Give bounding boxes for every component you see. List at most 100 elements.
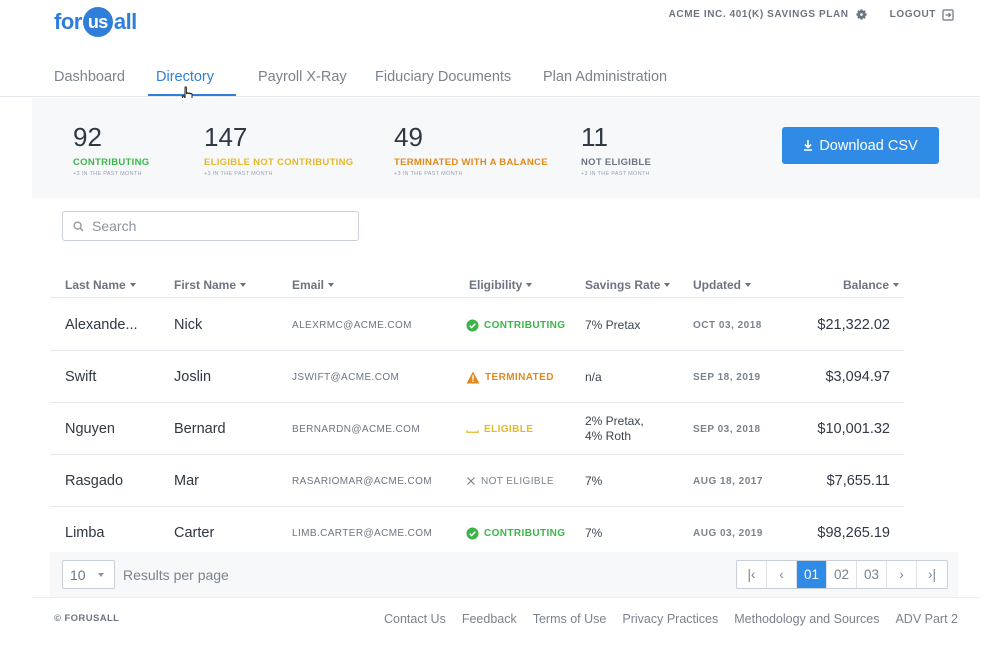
tab-plan-administration[interactable]: Plan Administration [543, 69, 667, 85]
logo-us-circle: us [82, 7, 113, 37]
cell-balance: $10,001.32 [817, 421, 890, 437]
cell-balance: $3,094.97 [825, 369, 890, 385]
sort-caret-icon [328, 283, 335, 287]
page-button-02[interactable]: 02 [827, 561, 857, 588]
page-button-01[interactable]: 01 [797, 561, 827, 588]
dash-icon [466, 429, 479, 433]
download-csv-label: Download CSV [819, 137, 918, 154]
tab-dashboard[interactable]: Dashboard [54, 69, 125, 85]
table-header: Last Name First Name Email Eligibility S… [50, 272, 904, 298]
column-header-last-name[interactable]: Last Name [65, 278, 136, 292]
savings-rate-line: 7% Pretax [585, 317, 641, 332]
column-header-savings-rate[interactable]: Savings Rate [585, 278, 671, 292]
forusall-logo[interactable]: for us all [54, 6, 137, 38]
logout-icon [942, 8, 954, 21]
logout-link[interactable]: LOGOUT [890, 8, 954, 21]
cell-first-name: Mar [174, 473, 199, 489]
stat-not-eligible[interactable]: 11 NOT ELIGIBLE +3 IN THE PAST MONTH [581, 122, 651, 177]
cell-email[interactable]: JSWIFT@ACME.COM [292, 351, 399, 403]
chevron-down-icon [97, 572, 104, 577]
search-box[interactable] [62, 211, 359, 241]
sort-caret-icon [129, 283, 136, 287]
cell-eligibility: CONTRIBUTING [466, 299, 565, 351]
cell-last-name: Nguyen [65, 421, 115, 437]
search-input[interactable] [92, 218, 342, 234]
cell-email[interactable]: ALEXRMC@ACME.COM [292, 299, 412, 351]
footer-link-privacy-practices[interactable]: Privacy Practices [622, 612, 718, 626]
footer-link-adv-part-2[interactable]: ADV Part 2 [895, 612, 958, 626]
stat-value: 11 [581, 122, 608, 152]
next-page-button[interactable]: › [887, 561, 917, 588]
page-button-03[interactable]: 03 [857, 561, 887, 588]
column-header-label: Updated [693, 278, 741, 292]
search-icon [73, 220, 84, 231]
cell-email[interactable]: RASARIOMAR@ACME.COM [292, 455, 432, 507]
table-row[interactable]: Alexande... Nick ALEXRMC@ACME.COM CONTRI… [50, 299, 904, 351]
stat-eligible-not-contributing[interactable]: 147 ELIGIBLE NOT CONTRIBUTING +3 IN THE … [204, 122, 353, 177]
cell-last-name: Swift [65, 369, 97, 385]
cell-savings-rate: 7% [585, 455, 602, 507]
stat-subtext: +3 IN THE PAST MONTH [204, 171, 273, 177]
cell-email[interactable]: BERNARDN@ACME.COM [292, 403, 420, 455]
gear-icon[interactable] [855, 8, 868, 21]
top-right-menu: ACME INC. 401(K) SAVINGS PLAN LOGOUT [669, 8, 954, 21]
column-header-balance[interactable]: Balance [843, 278, 900, 292]
cell-last-name: Alexande... [65, 317, 138, 333]
download-csv-button[interactable]: Download CSV [782, 127, 939, 164]
footer-link-terms-of-use[interactable]: Terms of Use [533, 612, 607, 626]
stat-terminated-with-balance[interactable]: 49 TERMINATED WITH A BALANCE +3 IN THE P… [394, 122, 548, 177]
column-header-label: Balance [843, 278, 890, 292]
cell-savings-rate: 7% Pretax [585, 299, 640, 351]
table-row[interactable]: Rasgado Mar RASARIOMAR@ACME.COM NOT ELIG… [50, 455, 904, 507]
footer-divider [32, 597, 980, 598]
footer-links: Contact Us Feedback Terms of Use Privacy… [384, 612, 958, 626]
tab-directory[interactable]: Directory [156, 69, 214, 85]
column-header-label: Email [292, 278, 325, 292]
cell-eligibility: TERMINATED [466, 351, 554, 403]
stat-value: 92 [73, 122, 102, 152]
column-header-label: Eligibility [469, 278, 523, 292]
savings-rate-line: 4% Roth [585, 429, 632, 443]
footer-link-feedback[interactable]: Feedback [462, 612, 517, 626]
savings-rate-line: 7% [585, 473, 603, 488]
eligibility-label: CONTRIBUTING [484, 527, 566, 539]
stat-subtext: +3 IN THE PAST MONTH [73, 171, 142, 177]
pagination-bar: 10 Results per page |‹ ‹ 01 02 03 › ›| [50, 552, 958, 597]
stat-label: TERMINATED WITH A BALANCE [394, 157, 548, 168]
footer-link-methodology-and-sources[interactable]: Methodology and Sources [734, 612, 879, 626]
column-header-label: Savings Rate [585, 278, 661, 292]
last-page-button[interactable]: ›| [917, 561, 947, 588]
prev-page-button[interactable]: ‹ [767, 561, 797, 588]
sort-caret-icon [664, 283, 671, 287]
cell-savings-rate: 2% Pretax, 4% Roth [585, 403, 644, 455]
cell-balance: $21,322.02 [817, 317, 890, 333]
stat-subtext: +3 IN THE PAST MONTH [581, 171, 650, 177]
column-header-updated[interactable]: Updated [693, 278, 751, 292]
column-header-first-name[interactable]: First Name [174, 278, 247, 292]
column-header-email[interactable]: Email [292, 278, 335, 292]
download-icon [804, 140, 813, 151]
eligibility-label: ELIGIBLE [484, 423, 534, 435]
plan-name: ACME INC. 401(K) SAVINGS PLAN [668, 9, 849, 20]
column-header-label: First Name [174, 278, 237, 292]
cell-balance: $7,655.11 [826, 473, 890, 489]
table-row[interactable]: Nguyen Bernard BERNARDN@ACME.COM ELIGIBL… [50, 403, 904, 455]
stat-contributing[interactable]: 92 CONTRIBUTING +3 IN THE PAST MONTH [73, 122, 149, 177]
stat-subtext: +3 IN THE PAST MONTH [394, 171, 463, 177]
first-page-button[interactable]: |‹ [737, 561, 767, 588]
stat-label: CONTRIBUTING [73, 157, 150, 168]
column-header-eligibility[interactable]: Eligibility [469, 278, 533, 292]
sort-caret-icon [526, 283, 533, 287]
tab-payroll-x-ray[interactable]: Payroll X-Ray [258, 69, 347, 85]
eligibility-label: NOT ELIGIBLE [481, 475, 554, 487]
plan-settings-link[interactable]: ACME INC. 401(K) SAVINGS PLAN [669, 8, 868, 21]
tab-fiduciary-documents[interactable]: Fiduciary Documents [375, 69, 511, 85]
table-row[interactable]: Swift Joslin JSWIFT@ACME.COM TERMINATED … [50, 351, 904, 403]
column-header-label: Last Name [65, 278, 126, 292]
footer-link-contact-us[interactable]: Contact Us [384, 612, 446, 626]
stat-value: 147 [204, 122, 248, 152]
main-tabs: Dashboard Directory Payroll X-Ray Fiduci… [0, 58, 980, 97]
check-circle-icon [466, 318, 479, 332]
warning-icon [466, 371, 480, 383]
results-per-page-select[interactable]: 10 [62, 560, 115, 589]
